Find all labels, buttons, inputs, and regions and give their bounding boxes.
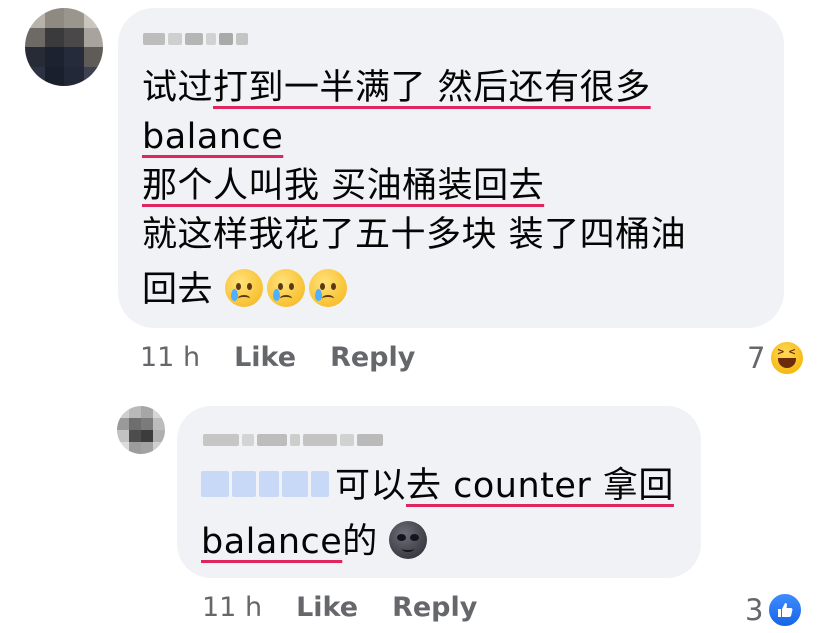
reaction-summary[interactable]: 3 (745, 592, 804, 628)
face-holding-back-tears-icon (308, 269, 347, 307)
haha-reaction-icon (769, 340, 806, 376)
reaction-count: 7 (747, 341, 766, 375)
comment-meta: 11 h Like Reply (140, 342, 415, 373)
replier-name-blurred[interactable] (203, 434, 383, 446)
comment-timestamp[interactable]: 11 h (140, 342, 200, 373)
comment-text-line: 试过打到一半满了 然后还有很多 (142, 66, 651, 110)
comment-text-underlined: 那个人叫我 买油桶装回去 (142, 166, 545, 206)
reply-text-underlined: balance (201, 522, 343, 562)
like-reaction-icon (767, 592, 804, 628)
comment-text-line: 就这样我花了五十多块 装了四桶油 (142, 213, 686, 257)
reply-button[interactable]: Reply (392, 592, 477, 623)
comment-text-line: 回去 (142, 268, 351, 312)
comment-text: 就这样我花了五十多块 装了四桶油 (142, 215, 687, 255)
reaction-count: 3 (745, 593, 764, 627)
comment-text: 试过 (142, 68, 214, 108)
comment-text-line: 那个人叫我 买油桶装回去 (142, 164, 544, 208)
replier-avatar[interactable] (117, 406, 165, 454)
reaction-summary[interactable]: 7 (747, 340, 806, 376)
comment-text-underlined: 打到一半满了 然后还有很多 (213, 68, 651, 108)
reply-meta: 11 h Like Reply (202, 592, 477, 623)
comment-text-underlined: balance (142, 117, 284, 157)
face-holding-back-tears-icon (224, 269, 263, 307)
like-button[interactable]: Like (296, 592, 358, 623)
reply-timestamp[interactable]: 11 h (202, 592, 262, 623)
reply-text: 可以 (335, 466, 407, 506)
comment-text: 回去 (142, 270, 225, 310)
reply-text-line: 可以去 counter 拿回 (201, 464, 674, 508)
reply-text-underlined: 去 counter 拿回 (406, 466, 674, 506)
new-moon-face-icon (389, 521, 428, 559)
like-button[interactable]: Like (234, 342, 296, 373)
commenter-avatar[interactable] (25, 8, 103, 86)
comment-text-line: balance (142, 115, 283, 159)
reply-text: 的 (342, 522, 378, 562)
face-holding-back-tears-icon (266, 269, 305, 307)
reply-text-line: balance的 (201, 520, 431, 564)
commenter-name-blurred[interactable] (143, 33, 248, 45)
reply-button[interactable]: Reply (330, 342, 415, 373)
mentioned-user-blurred[interactable] (201, 471, 329, 497)
